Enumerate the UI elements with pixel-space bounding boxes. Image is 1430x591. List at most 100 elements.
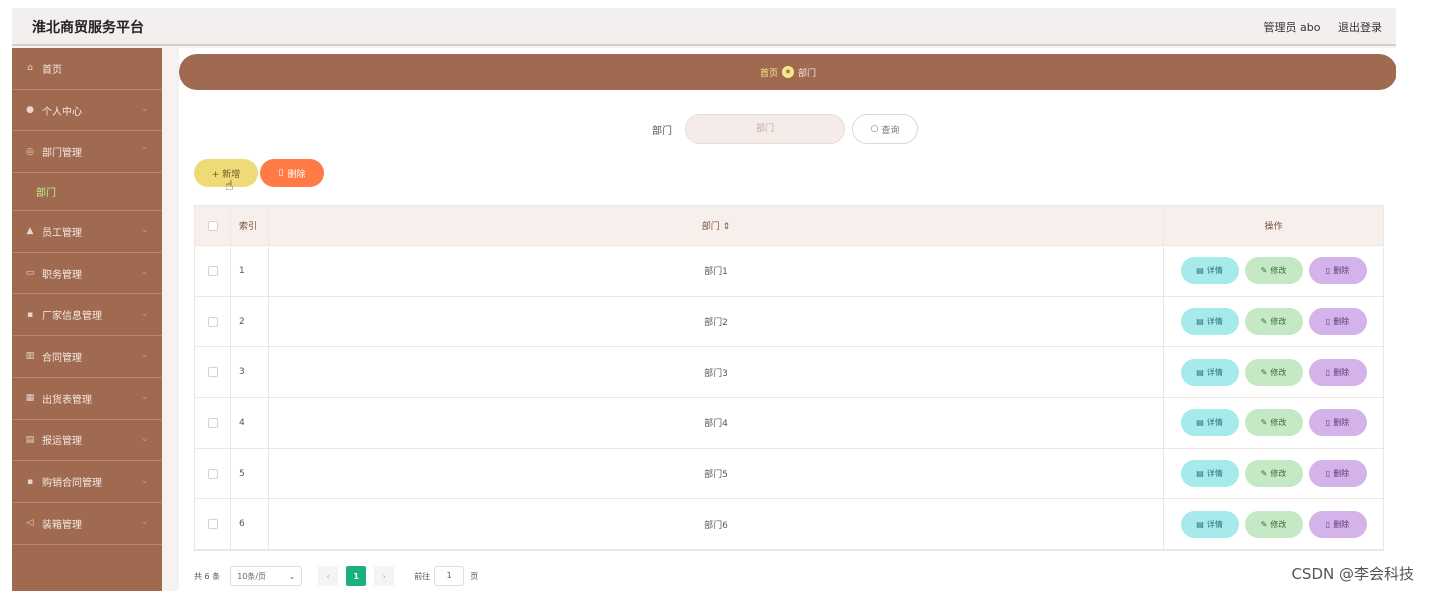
user-area: 管理员 abo 退出登录 xyxy=(1250,19,1382,35)
row-dept: 部门4 xyxy=(269,398,1164,448)
chevron-down-icon: ⌄ xyxy=(141,350,148,360)
header-dept[interactable]: 部门 ⇕ xyxy=(269,206,1164,245)
trash-icon: ▯ xyxy=(278,168,284,178)
sidebar-item-position[interactable]: ▭ 职务管理 ⌄ xyxy=(12,253,162,295)
delete-button[interactable]: ▯ 删除 xyxy=(1308,409,1367,437)
prev-page-button[interactable]: ‹ xyxy=(318,566,339,586)
next-page-button[interactable]: › xyxy=(374,566,395,586)
doc-icon: ▤ xyxy=(1196,519,1204,529)
sidebar-item-contract[interactable]: ▥ 合同管理 ⌄ xyxy=(12,336,162,378)
detail-button[interactable]: ▤ 详情 xyxy=(1180,460,1239,488)
chevron-down-icon: ⌄ xyxy=(141,433,148,443)
detail-label: 详情 xyxy=(1206,519,1223,529)
bar-chart-icon: ▥ xyxy=(25,351,35,362)
chevron-down-icon: ⌄ xyxy=(141,475,148,485)
edit-button[interactable]: ✎ 修改 xyxy=(1244,409,1303,437)
row-check-cell xyxy=(195,448,231,499)
row-checkbox[interactable] xyxy=(207,417,218,428)
row-checkbox[interactable] xyxy=(207,468,218,479)
edit-button[interactable]: ✎ 修改 xyxy=(1244,510,1303,538)
select-all-checkbox[interactable] xyxy=(207,220,218,231)
lock-icon: ▲ xyxy=(26,226,34,237)
detail-button[interactable]: ▤ 详情 xyxy=(1180,308,1239,336)
doc-icon: ▤ xyxy=(1196,367,1204,377)
sidebar-item-dept-manage[interactable]: ◎ 部门管理 ⌃ xyxy=(12,131,162,174)
page-size-select[interactable]: 10条/页 ⌄ xyxy=(230,566,303,586)
doc-icon: ▤ xyxy=(1196,266,1204,276)
edit-button[interactable]: ✎ 修改 xyxy=(1244,460,1303,488)
row-checkbox[interactable] xyxy=(207,519,218,530)
chevron-down-icon: ⌄ xyxy=(141,517,148,527)
delete-button[interactable]: ▯ 删除 xyxy=(1308,510,1367,538)
search-icon: ○ xyxy=(870,124,879,134)
pointer-cursor-icon: ☝ xyxy=(225,178,234,194)
row-check-cell xyxy=(195,398,231,448)
delete-label: 删除 xyxy=(1333,317,1350,327)
search-input[interactable]: 部门 xyxy=(685,114,845,144)
delete-button[interactable]: ▯ 删除 xyxy=(1308,308,1367,336)
select-all-cell xyxy=(195,206,231,245)
sidebar-item-label: 员工管理 xyxy=(42,227,82,239)
detail-label: 详情 xyxy=(1206,317,1223,327)
edit-button[interactable]: ✎ 修改 xyxy=(1244,308,1303,336)
edit-button[interactable]: ✎ 修改 xyxy=(1244,358,1303,386)
row-actions: ▤ 详情 ✎ 修改 ▯ 删除 xyxy=(1164,398,1383,448)
batch-delete-label: 删除 xyxy=(287,169,306,180)
watermark: CSDN @李会科技 xyxy=(1291,565,1414,583)
page-number-current[interactable]: 1 xyxy=(346,566,367,586)
sidebar-item-report[interactable]: ▤ 报运管理 ⌄ xyxy=(12,420,162,462)
sidebar-subitem-dept[interactable]: 部门 xyxy=(12,173,162,212)
send-icon: ◁ xyxy=(26,518,34,529)
logout-link[interactable]: 退出登录 xyxy=(1338,21,1382,34)
detail-button[interactable]: ▤ 详情 xyxy=(1180,358,1239,386)
row-checkbox[interactable] xyxy=(207,367,218,378)
breadcrumb-current: 部门 xyxy=(798,68,817,79)
detail-button[interactable]: ▤ 详情 xyxy=(1180,510,1239,538)
delete-button[interactable]: ▯ 删除 xyxy=(1308,460,1367,488)
goto-label: 前往 xyxy=(414,571,431,581)
row-actions: ▤ 详情 ✎ 修改 ▯ 删除 xyxy=(1164,499,1383,549)
table-row: 1 部门1 ▤ 详情 ✎ 修改 ▯ 删除 xyxy=(195,246,1383,297)
sidebar-item-profile[interactable]: ● 个人中心 ⌄ xyxy=(12,90,162,132)
search-button[interactable]: ○ 查询 xyxy=(852,114,918,144)
app-frame: 淮北商贸服务平台 管理员 abo 退出登录 ⌂ 首页 ● 个人中心 ⌄ ◎ 部门… xyxy=(12,8,1396,591)
delete-button[interactable]: ▯ 删除 xyxy=(1308,358,1367,386)
chevron-down-icon: ⌄ xyxy=(141,392,148,402)
search-label: 部门 xyxy=(652,126,672,137)
batch-delete-button[interactable]: ▯ 删除 xyxy=(260,159,324,187)
breadcrumb-home[interactable]: 首页 xyxy=(760,66,778,79)
pencil-icon: ✎ xyxy=(1260,367,1268,377)
breadcrumb: 首页 ★ 部门 xyxy=(179,54,1396,90)
row-check-cell xyxy=(195,347,231,398)
detail-label: 详情 xyxy=(1206,418,1223,428)
delete-label: 删除 xyxy=(1333,418,1350,428)
delete-button[interactable]: ▯ 删除 xyxy=(1308,257,1367,285)
row-dept: 部门5 xyxy=(269,448,1164,499)
edit-button[interactable]: ✎ 修改 xyxy=(1244,257,1303,285)
pencil-icon: ✎ xyxy=(1260,418,1268,428)
sidebar-item-label: 合同管理 xyxy=(42,352,82,364)
row-actions: ▤ 详情 ✎ 修改 ▯ 删除 xyxy=(1164,297,1383,347)
table-row: 6 部门6 ▤ 详情 ✎ 修改 ▯ 删除 xyxy=(195,499,1383,551)
page-size-value: 10条/页 xyxy=(237,571,267,581)
trash-icon: ▯ xyxy=(1325,317,1331,327)
sidebar-item-employee[interactable]: ▲ 员工管理 ⌄ xyxy=(12,211,162,253)
chevron-down-icon: ⌄ xyxy=(141,267,148,277)
row-actions: ▤ 详情 ✎ 修改 ▯ 删除 xyxy=(1164,347,1383,397)
row-checkbox[interactable] xyxy=(207,265,218,276)
sidebar-item-packing[interactable]: ◁ 装箱管理 ⌄ xyxy=(12,503,162,545)
detail-button[interactable]: ▤ 详情 xyxy=(1180,409,1239,437)
goto-page-input[interactable]: 1 xyxy=(434,566,465,586)
row-checkbox[interactable] xyxy=(207,316,218,327)
chevron-down-icon: ⌄ xyxy=(141,104,148,114)
sidebar-item-factory[interactable]: ▪ 厂家信息管理 ⌄ xyxy=(12,294,162,337)
sidebar-item-home[interactable]: ⌂ 首页 xyxy=(12,48,162,90)
table-header: 索引 部门 ⇕ 操作 xyxy=(195,206,1383,246)
sidebar-item-shipment[interactable]: ▦ 出货表管理 ⌄ xyxy=(12,378,162,420)
edit-label: 修改 xyxy=(1270,367,1287,377)
row-index: 5 xyxy=(231,448,269,499)
sidebar-item-label: 首页 xyxy=(42,64,62,76)
sidebar-item-purchase[interactable]: ▪ 购销合同管理 ⌄ xyxy=(12,461,162,503)
doc-icon: ▤ xyxy=(1196,418,1204,428)
detail-button[interactable]: ▤ 详情 xyxy=(1180,257,1239,285)
